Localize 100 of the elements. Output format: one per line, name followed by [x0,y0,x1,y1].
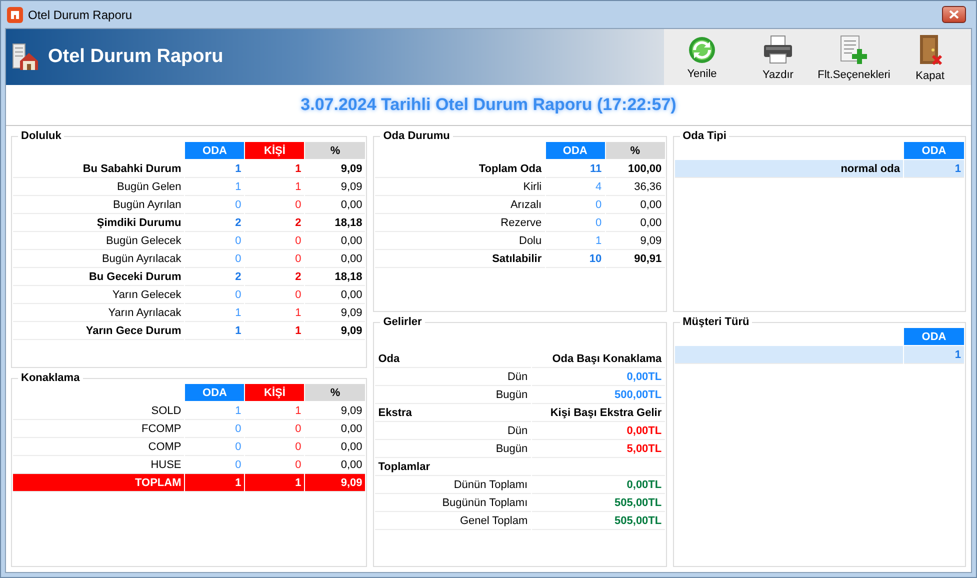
row-label: Dün [375,368,531,386]
row-label: Satılabilir [375,250,545,268]
table-cell: 0 [185,232,244,250]
row-label: TOPLAM [13,474,184,492]
table-cell: 1 [245,402,304,420]
row-label: normal oda [674,160,903,178]
table-cell: 0,00 [305,420,366,438]
table-cell: 0 [245,232,304,250]
row-label: COMP [13,438,184,456]
row-label: Toplam Oda [375,160,545,178]
row-label: Bugün Gelen [13,178,184,196]
toolbar-button[interactable]: Flt.Seçenekleri [816,29,892,85]
column-header: ODA [904,328,964,345]
column-header: ODA [904,142,964,159]
table-cell: 18,18 [305,268,366,286]
table-cell: 0 [245,196,304,214]
amount-cell: 0,00TL [532,476,665,494]
row-label: Bugün Ayrılan [13,196,184,214]
table-cell: 0 [185,196,244,214]
column-header: ODA [546,142,605,159]
table-cell: 4 [546,178,605,196]
table-cell: 9,09 [305,178,366,196]
table-cell: 1 [245,322,304,340]
table-cell: 0,00 [606,196,665,214]
column-header: ODA [185,142,244,159]
panel-title: Oda Durumu [382,130,451,142]
document-plus-icon [838,35,870,65]
table-cell: 0 [546,196,605,214]
table-cell: 1 [245,474,304,492]
table-cell: 1 [245,178,304,196]
section-label: Ekstra [375,404,531,422]
row-label: Dünün Toplamı [375,476,531,494]
column-header: KİŞİ [245,384,304,401]
row-label: Dün [375,422,531,440]
close-button[interactable] [942,6,966,23]
table-cell: 1 [245,304,304,322]
table-cell: 0,00 [305,250,366,268]
table-cell: 1 [904,160,964,178]
column-header: % [305,384,366,401]
amount-cell: 0,00TL [532,368,665,386]
table-cell: 0,00 [305,438,366,456]
table-cell: 10 [546,250,605,268]
section-heading: Oda Başı Konaklama [532,350,665,368]
amount-cell: 5,00TL [532,440,665,458]
panel-title: Oda Tipi [682,130,728,142]
report-title: 3.07.2024 Tarihli Otel Durum Raporu (17:22:57) [300,95,676,115]
table-cell: 9,09 [305,322,366,340]
section-heading: Kişi Başı Ekstra Gelir [532,404,665,422]
toolbar-button[interactable]: Yazdır [740,29,816,85]
table-cell: 1 [546,232,605,250]
panel-title: Müşteri Türü [682,316,750,328]
row-label: Kirli [375,178,545,196]
row-label: Bugünün Toplamı [375,494,531,512]
toolbar-button[interactable]: Yenile [664,29,740,85]
table-cell: 1 [185,474,244,492]
row-label: Şimdiki Durumu [13,214,184,232]
row-label: Yarın Ayrılacak [13,304,184,322]
table-cell: 2 [185,214,244,232]
amount-cell: 500,00TL [532,386,665,404]
table-cell: 0 [245,438,304,456]
row-label: Bugün Ayrılacak [13,250,184,268]
amount-cell: 505,00TL [532,494,665,512]
panel-title: Doluluk [20,130,62,142]
row-label: Genel Toplam [375,512,531,530]
panel-title: Konaklama [20,372,81,384]
table-cell: 9,09 [305,474,366,492]
table-cell: 1 [245,160,304,178]
row-label: Rezerve [375,214,545,232]
table-cell: 1 [185,178,244,196]
table-cell: 9,09 [606,232,665,250]
table-cell: 9,09 [305,304,366,322]
section-label: Toplamlar [375,458,531,476]
table-cell: 1 [185,160,244,178]
close-icon [949,10,959,19]
table-cell: 0 [185,250,244,268]
toolbar-button[interactable]: Kapat [892,29,968,85]
row-label: Yarın Gelecek [13,286,184,304]
column-header: % [305,142,366,159]
row-label: Dolu [375,232,545,250]
printer-icon [762,35,794,65]
table-cell: 0 [245,250,304,268]
table-cell: 0 [245,286,304,304]
table-cell: 36,36 [606,178,665,196]
table-cell: 1 [185,304,244,322]
row-label: Yarın Gece Durum [13,322,184,340]
row-label: FCOMP [13,420,184,438]
table-cell: 9,09 [305,402,366,420]
table-cell: 0 [185,286,244,304]
row-label: Bugün [375,440,531,458]
row-label: Bu Geceki Durum [13,268,184,286]
table-cell: 0 [546,214,605,232]
table-cell: 0 [185,438,244,456]
column-header: KİŞİ [245,142,304,159]
table-cell: 0,00 [305,232,366,250]
table-cell: 2 [185,268,244,286]
table-cell: 0,00 [305,286,366,304]
table-cell: 90,91 [606,250,665,268]
row-label: Bu Sabahki Durum [13,160,184,178]
row-label: Bugün [375,386,531,404]
table-cell: 0,00 [305,196,366,214]
